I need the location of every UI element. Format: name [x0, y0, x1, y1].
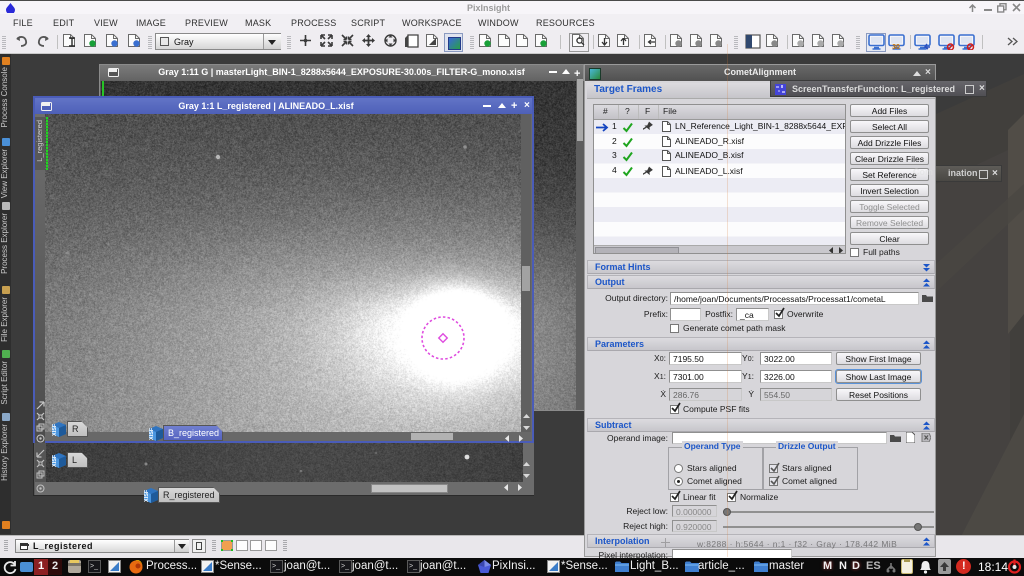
svg-text:XISF: XISF	[52, 423, 58, 436]
svg-text:XISF: XISF	[149, 427, 155, 440]
svg-text:XISF: XISF	[52, 454, 58, 467]
svg-text:XISF: XISF	[144, 489, 150, 502]
svg-text:30: 30	[892, 44, 900, 50]
